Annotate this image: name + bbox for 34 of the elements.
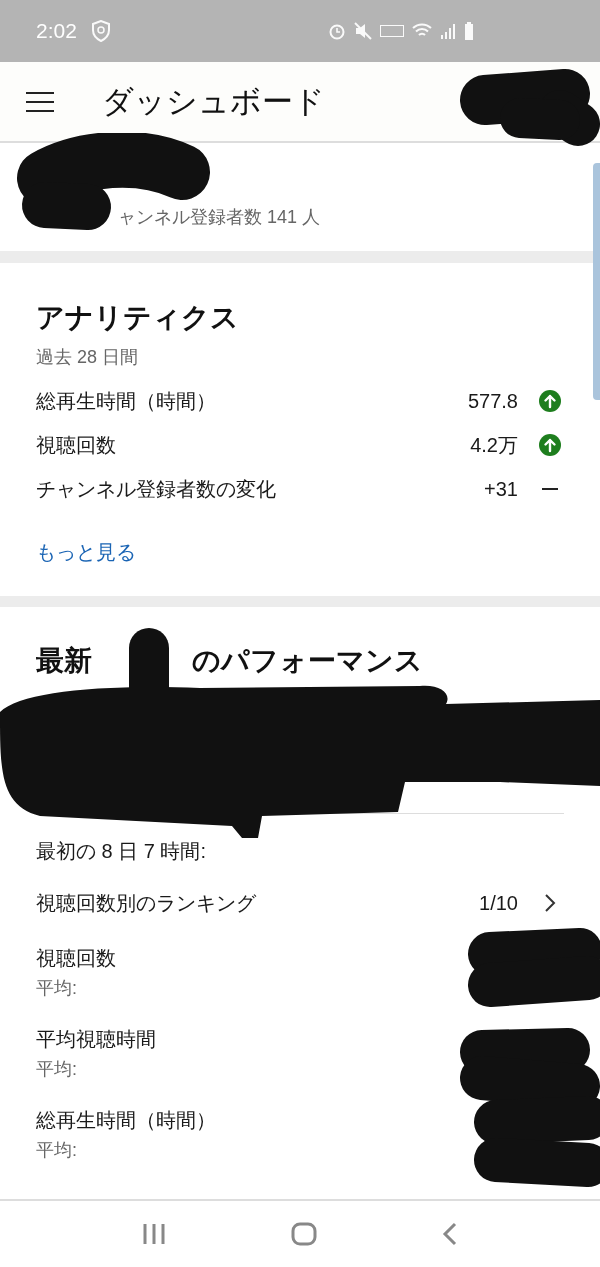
period-label: 過去 28 日間 bbox=[36, 346, 140, 369]
metric-value: 577.8 bbox=[467, 389, 518, 413]
section-title: のパフォーマンス bbox=[192, 645, 423, 677]
metric-label: 平均視聴時間 bbox=[36, 1027, 157, 1052]
ranking-label: 視聴回数別のランキング bbox=[36, 890, 256, 916]
shield-icon bbox=[90, 20, 111, 42]
chevron-right-icon[interactable] bbox=[544, 893, 556, 913]
metric-subtitle: 平均: bbox=[36, 1058, 78, 1081]
status-time: 2:02 bbox=[36, 19, 77, 43]
section-title: 最新 bbox=[36, 645, 92, 677]
metric-label: 総再生時間（時間） bbox=[36, 388, 216, 414]
subscriber-count: ャンネル登録者数 141 人 bbox=[118, 206, 322, 229]
metric-label: 視聴回数 bbox=[36, 432, 116, 458]
back-icon[interactable] bbox=[441, 1222, 458, 1246]
metric-label: チャンネル登録者数の変化 bbox=[36, 476, 276, 502]
alarm-icon bbox=[328, 22, 346, 40]
page-title: ダッシュボード bbox=[102, 82, 325, 121]
metric-label: 総再生時間（時間） bbox=[36, 1108, 217, 1133]
volte-icon bbox=[380, 25, 404, 37]
metric-label: 視聴回数 bbox=[36, 946, 117, 971]
section-title: アナリティクス bbox=[36, 301, 240, 335]
ranking-value: 1/10 bbox=[479, 891, 518, 915]
home-icon[interactable] bbox=[291, 1222, 317, 1246]
metric-subtitle: 平均: bbox=[36, 1139, 78, 1162]
menu-icon[interactable] bbox=[26, 90, 54, 113]
recent-apps-icon[interactable] bbox=[142, 1223, 167, 1245]
battery-icon bbox=[464, 22, 474, 40]
metric-value: +31 bbox=[484, 477, 518, 501]
more-link[interactable]: もっと見る bbox=[36, 541, 136, 563]
signal-icon bbox=[440, 23, 456, 39]
mute-icon bbox=[354, 22, 372, 40]
metric-value: 4.2万 bbox=[470, 432, 518, 458]
period-label: 最初の 8 日 7 時間: bbox=[36, 839, 208, 864]
metric-subtitle: 平均: bbox=[36, 977, 78, 1000]
